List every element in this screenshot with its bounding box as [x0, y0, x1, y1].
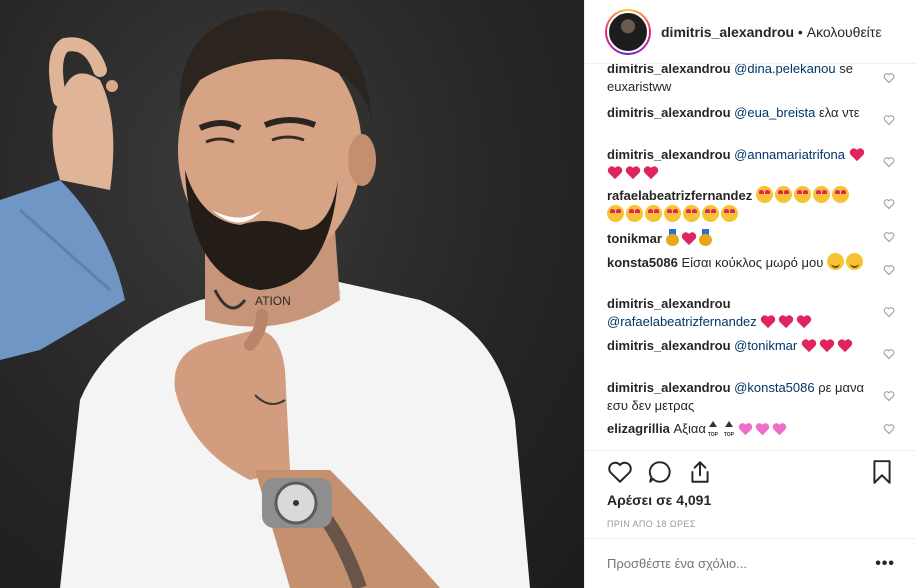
post-photo[interactable]: ATION — [0, 0, 584, 588]
like-comment-heart-icon[interactable] — [883, 423, 895, 435]
comment-mention[interactable]: @rafaelabeatrizfernandez — [607, 314, 757, 329]
red-heart-emoji — [760, 314, 814, 329]
comment-mention[interactable]: @konsta5086 — [734, 380, 814, 395]
medal-emoji — [698, 229, 714, 246]
like-heart-icon[interactable] — [607, 459, 633, 485]
like-comment-heart-icon[interactable] — [883, 198, 895, 210]
comment-username[interactable]: dimitris_alexandrou — [607, 296, 731, 311]
comment-text: Αξιαα — [673, 421, 706, 436]
comment-username[interactable]: dimitris_alexandrou — [607, 338, 731, 353]
like-comment-heart-icon[interactable] — [883, 114, 895, 126]
comment-username[interactable]: elizagrillia — [607, 421, 670, 436]
comment-icon[interactable] — [647, 459, 673, 485]
share-icon[interactable] — [687, 459, 713, 485]
smiley-emoji — [826, 253, 865, 270]
pink-heart-emoji — [738, 421, 789, 436]
comment-item: tonikmar — [607, 229, 877, 248]
avatar[interactable] — [605, 8, 651, 55]
comment-item: dimitris_alexandrou @tonikmar — [607, 337, 877, 355]
header-text: dimitris_alexandrou • Ακολουθείτε — [661, 24, 882, 40]
post-side-panel: dimitris_alexandrou • Ακολουθείτε dimitr… — [584, 0, 916, 588]
medal-emoji — [665, 229, 681, 246]
comment-item: konsta5086 Είσαι κούκλος μωρό μου — [607, 253, 877, 272]
comment-mention[interactable]: @dina.pelekanou — [734, 64, 835, 76]
comment-item: dimitris_alexandrou @konsta5086 ρε μανα … — [607, 379, 877, 415]
like-comment-heart-icon[interactable] — [883, 231, 895, 243]
like-comment-heart-icon[interactable] — [883, 264, 895, 276]
following-button[interactable]: Ακολουθείτε — [807, 24, 882, 40]
red-heart-emoji — [681, 231, 699, 246]
top-arrow-emoji: TOP TOP — [706, 421, 738, 438]
comment-text: ελα ντε — [818, 105, 860, 120]
like-comment-heart-icon[interactable] — [883, 348, 895, 360]
comment-item: dimitris_alexandrou @annamariatrifona — [607, 146, 877, 182]
comment-mention[interactable]: @tonikmar — [734, 338, 797, 353]
more-options-icon[interactable]: ••• — [875, 555, 895, 573]
post-actions — [585, 450, 916, 494]
comment-item: elizagrillia Αξιαα TOP TOP — [607, 420, 877, 439]
comment-item: dimitris_alexandrou @eua_breista ελα ντε — [607, 104, 877, 122]
like-comment-heart-icon[interactable] — [883, 156, 895, 168]
comment-item: dimitris_alexandrou @dina.pelekanou se e… — [607, 64, 877, 96]
header-username[interactable]: dimitris_alexandrou — [661, 24, 794, 40]
comment-username[interactable]: tonikmar — [607, 231, 662, 246]
svg-text:ATION: ATION — [255, 294, 291, 308]
comment-username[interactable]: dimitris_alexandrou — [607, 105, 731, 120]
like-comment-heart-icon[interactable] — [883, 72, 895, 84]
comments-list: dimitris_alexandrou @dina.pelekanou se e… — [585, 64, 916, 450]
comment-item: rafaelabeatrizfernandez — [607, 186, 869, 224]
post-header: dimitris_alexandrou • Ακολουθείτε — [585, 0, 916, 64]
like-comment-heart-icon[interactable] — [883, 390, 895, 402]
comment-username[interactable]: rafaelabeatrizfernandez — [607, 188, 752, 203]
portrait-illustration: ATION — [0, 10, 530, 588]
comment-mention[interactable]: @eua_breista — [734, 105, 815, 120]
comment-username[interactable]: dimitris_alexandrou — [607, 380, 731, 395]
comment-username[interactable]: dimitris_alexandrou — [607, 147, 731, 162]
red-heart-emoji — [801, 338, 855, 353]
comment-username[interactable]: dimitris_alexandrou — [607, 64, 731, 76]
comment-text: Είσαι κούκλος μωρό μου — [681, 255, 824, 270]
add-comment-bar: ••• — [585, 538, 916, 588]
comment-mention[interactable]: @annamariatrifona — [734, 147, 845, 162]
like-comment-heart-icon[interactable] — [883, 306, 895, 318]
bookmark-icon[interactable] — [869, 459, 895, 485]
comment-input[interactable] — [607, 556, 857, 571]
comment-username[interactable]: konsta5086 — [607, 255, 678, 270]
header-separator: • — [794, 23, 807, 40]
likes-count[interactable]: Αρέσει σε 4,091 — [607, 492, 711, 508]
comment-item: dimitris_alexandrou @rafaelabeatrizferna… — [607, 295, 877, 331]
post-timestamp[interactable]: ΠΡΙΝ ΑΠΟ 18 ΩΡΕΣ — [607, 519, 696, 529]
instagram-post: ATION dimitris_alexandrou • Ακολουθείτε … — [0, 0, 916, 588]
